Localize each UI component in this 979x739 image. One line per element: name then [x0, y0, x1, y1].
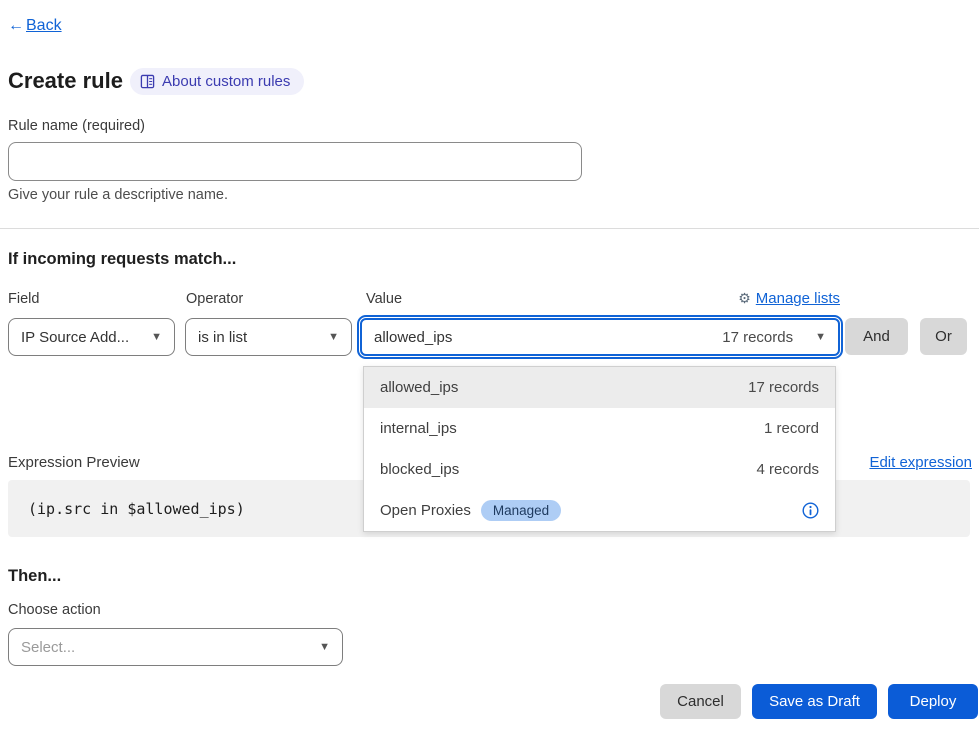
section-divider: [0, 228, 979, 229]
rule-name-input[interactable]: [8, 142, 582, 181]
expression-preview-label: Expression Preview: [8, 454, 140, 471]
field-select[interactable]: IP Source Add... ▼: [8, 318, 175, 356]
field-select-value: IP Source Add...: [21, 329, 129, 346]
operator-select-value: is in list: [198, 329, 247, 346]
and-button[interactable]: And: [845, 318, 908, 355]
book-icon: [140, 74, 155, 89]
create-rule-page: ←Back Create rule About custom rules Rul…: [0, 0, 979, 739]
about-custom-rules-link[interactable]: About custom rules: [130, 68, 304, 95]
action-select-placeholder: Select...: [21, 639, 75, 656]
manage-lists-label: Manage lists: [756, 290, 840, 307]
manage-lists-link[interactable]: ⚙ Manage lists: [738, 290, 840, 307]
value-select-value: allowed_ips: [374, 329, 452, 346]
list-item-name: blocked_ips: [380, 461, 459, 478]
list-item-name: allowed_ips: [380, 379, 458, 396]
save-as-draft-button[interactable]: Save as Draft: [752, 684, 877, 719]
chevron-down-icon: ▼: [318, 331, 339, 343]
managed-badge: Managed: [481, 500, 561, 521]
info-icon[interactable]: [802, 502, 819, 519]
list-item-allowed-ips[interactable]: allowed_ips 17 records: [364, 367, 835, 408]
rule-name-helper-text: Give your rule a descriptive name.: [8, 187, 228, 203]
list-item-record-count: 17 records: [748, 379, 819, 396]
chevron-down-icon: ▼: [805, 331, 826, 343]
edit-expression-link[interactable]: Edit expression: [869, 454, 972, 471]
value-select-record-count: 17 records: [722, 329, 793, 346]
operator-select[interactable]: is in list ▼: [185, 318, 352, 356]
about-custom-rules-label: About custom rules: [162, 73, 290, 90]
action-select[interactable]: Select... ▼: [8, 628, 343, 666]
match-section-heading: If incoming requests match...: [8, 250, 236, 269]
gear-icon: ⚙: [738, 290, 751, 307]
deploy-button[interactable]: Deploy: [888, 684, 978, 719]
then-section-heading: Then...: [8, 567, 61, 586]
operator-label: Operator: [186, 291, 243, 307]
value-dropdown-panel: allowed_ips 17 records internal_ips 1 re…: [363, 366, 836, 532]
or-button[interactable]: Or: [920, 318, 967, 355]
list-item-internal-ips[interactable]: internal_ips 1 record: [364, 408, 835, 449]
page-title: Create rule: [8, 68, 123, 94]
field-label: Field: [8, 291, 39, 307]
cancel-button[interactable]: Cancel: [660, 684, 741, 719]
list-item-record-count: 1 record: [764, 420, 819, 437]
expression-code: (ip.src in $allowed_ips): [28, 500, 245, 518]
choose-action-label: Choose action: [8, 602, 101, 618]
chevron-down-icon: ▼: [141, 331, 162, 343]
value-select[interactable]: allowed_ips 17 records ▼: [360, 318, 840, 356]
value-label: Value: [366, 291, 402, 307]
back-arrow-icon: ←: [8, 17, 24, 34]
list-item-name: internal_ips: [380, 420, 457, 437]
list-item-record-count: 4 records: [756, 461, 819, 478]
back-link[interactable]: ←Back: [8, 17, 62, 35]
list-item-blocked-ips[interactable]: blocked_ips 4 records: [364, 449, 835, 490]
back-label: Back: [26, 17, 62, 34]
list-item-name: Open Proxies: [380, 502, 471, 519]
rule-name-label: Rule name (required): [8, 118, 145, 134]
list-item-open-proxies[interactable]: Open Proxies Managed: [364, 490, 835, 531]
chevron-down-icon: ▼: [309, 641, 330, 653]
